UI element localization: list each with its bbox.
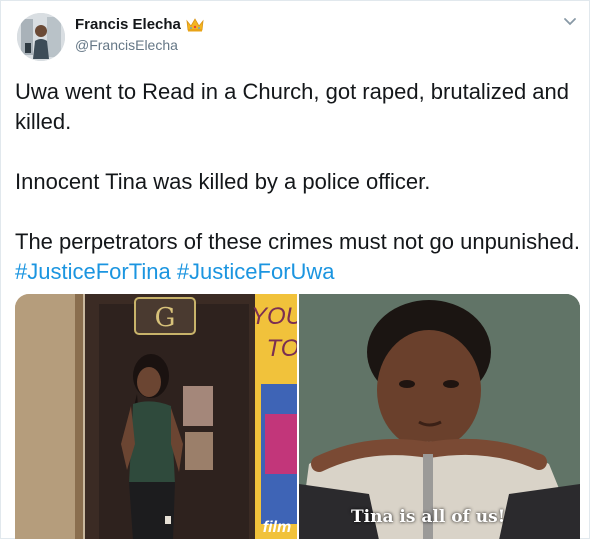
chevron-down-icon[interactable] (563, 17, 577, 27)
author-handle[interactable]: @FrancisElecha (75, 37, 178, 53)
photo-caption: Tina is all of us! (351, 507, 506, 527)
avatar-photo (17, 13, 65, 61)
photo-woman-image: G YOU TO film (15, 294, 297, 539)
photo-tina-image (299, 294, 580, 539)
sign-text: YOU (251, 303, 297, 330)
tweet-paragraph: Uwa went to Read in a Church, got raped,… (15, 79, 569, 134)
author-avatar[interactable] (17, 13, 65, 61)
author-display-name[interactable]: Francis Elecha (75, 16, 181, 33)
sign-text: TO (267, 335, 297, 362)
tweet-paragraph: The perpetrators of these crimes must no… (15, 227, 581, 287)
photo-woman-in-lobby[interactable]: G YOU TO film (15, 294, 297, 539)
tweet-paragraph-text: The perpetrators of these crimes must no… (15, 229, 580, 254)
tweet-text: Uwa went to Read in a Church, got raped,… (15, 77, 581, 287)
sign-logo-letter: G (155, 303, 176, 333)
crown-emoji-icon (186, 17, 204, 32)
photo-tina[interactable]: Tina is all of us! (299, 294, 580, 539)
media-gallery: G YOU TO film (15, 294, 580, 539)
tweet-card[interactable]: Francis Elecha @FrancisElecha Uwa went t… (0, 0, 590, 539)
tweet-paragraph: Innocent Tina was killed by a police off… (15, 169, 431, 194)
film-text: film (263, 519, 291, 536)
hashtag-link[interactable]: #JusticeForUwa (177, 259, 335, 284)
hashtag-link[interactable]: #JusticeForTina (15, 259, 171, 284)
